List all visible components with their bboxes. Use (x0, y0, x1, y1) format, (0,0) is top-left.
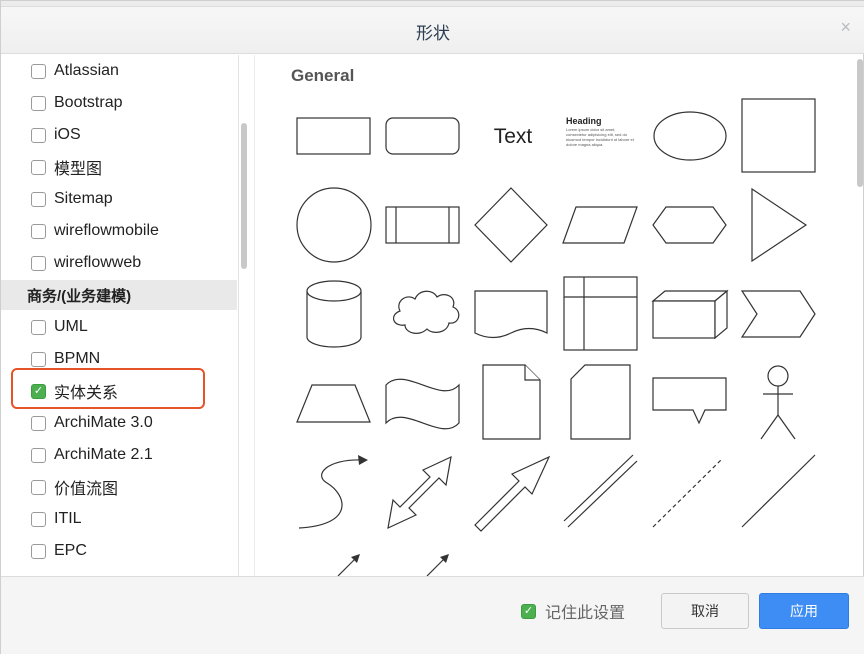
checkbox[interactable] (31, 415, 46, 431)
text-shape[interactable]: Text (494, 125, 533, 148)
circle-shape[interactable] (296, 187, 372, 263)
arrow-shape-partial[interactable] (337, 554, 360, 576)
shape-grid: Text Heading Lorem ipsum dolor sit amet,… (296, 98, 816, 576)
rectangle-shape[interactable] (296, 117, 371, 155)
cloud-shape[interactable] (392, 290, 460, 334)
library-item-label: UML (54, 318, 88, 335)
shape-dialog: 形状 × Atlassian Bootstrap iOS 模型图 Sitemap… (0, 0, 864, 654)
checkbox[interactable] (31, 479, 46, 495)
heading-shape-body-box: Lorem ipsum dolor sit amet, consectetur … (566, 127, 636, 147)
heading-shape-body[interactable]: Lorem ipsum dolor sit amet, consectetur … (566, 127, 636, 147)
checkbox[interactable] (31, 543, 46, 559)
remember-label: 记住此设置 (545, 605, 626, 622)
rounded-rectangle-shape[interactable] (385, 117, 460, 155)
checkbox[interactable] (31, 159, 46, 175)
remember-checkbox[interactable] (521, 603, 536, 619)
selection-highlight-box (11, 368, 205, 409)
step-shape[interactable] (740, 290, 816, 338)
checkbox[interactable] (31, 95, 46, 111)
right-scrollbar[interactable] (857, 59, 863, 187)
ellipse-shape[interactable] (653, 111, 727, 161)
cube-shape[interactable] (651, 289, 729, 340)
left-scrollbar[interactable] (241, 123, 247, 269)
close-icon[interactable]: × (840, 17, 851, 38)
library-item-label: ArchiMate 2.1 (54, 446, 153, 463)
cancel-button[interactable]: 取消 (661, 593, 749, 629)
cylinder-shape[interactable] (306, 280, 362, 348)
dialog-header: 形状 × (1, 7, 864, 54)
trapezoid-shape[interactable] (296, 384, 371, 423)
double-line-shape[interactable] (563, 454, 638, 528)
category-header-business: 商务/(业务建模) (1, 280, 237, 310)
checkbox[interactable] (31, 127, 46, 143)
checkbox[interactable] (31, 191, 46, 207)
hexagon-shape[interactable] (652, 206, 727, 244)
library-item-archimate-2[interactable]: ArchiMate 2.1 (1, 439, 237, 471)
library-item-wireflowweb[interactable]: wireflowweb (1, 247, 237, 279)
shape-library-list: Atlassian Bootstrap iOS 模型图 Sitemap wire… (1, 55, 239, 576)
checkbox[interactable] (31, 63, 46, 79)
library-item-label: Atlassian (54, 62, 119, 79)
dashed-line-shape[interactable] (652, 458, 723, 528)
callout-shape[interactable] (652, 377, 727, 425)
card-shape[interactable] (570, 364, 631, 440)
library-item-atlassian[interactable]: Atlassian (1, 55, 237, 87)
checkbox[interactable] (31, 351, 46, 367)
parallelogram-shape[interactable] (562, 206, 638, 244)
checkbox[interactable] (31, 447, 46, 463)
arrow-shape-partial-2[interactable] (426, 554, 449, 576)
library-item-itil[interactable]: ITIL (1, 503, 237, 535)
library-item-model-diagram[interactable]: 模型图 (1, 151, 237, 183)
heading-shape-title[interactable]: Heading (566, 116, 602, 126)
document-shape[interactable] (474, 290, 548, 339)
library-item-bootstrap[interactable]: Bootstrap (1, 87, 237, 119)
line-shape[interactable] (741, 454, 816, 528)
library-item-label: iOS (54, 126, 81, 143)
single-arrow-shape[interactable] (474, 455, 551, 532)
apply-button[interactable]: 应用 (759, 593, 849, 629)
library-item-label: BPMN (54, 350, 101, 367)
checkbox[interactable] (31, 511, 46, 527)
library-item-uml[interactable]: UML (1, 311, 237, 343)
library-item-label: EPC (54, 542, 87, 559)
dialog-footer: 记住此设置 取消 应用 (1, 576, 864, 654)
library-item-label: Sitemap (54, 190, 113, 207)
diamond-shape[interactable] (474, 187, 548, 263)
library-item-label: Bootstrap (54, 94, 123, 111)
remember-setting[interactable]: 记住此设置 (521, 599, 625, 623)
library-item-label: wireflowweb (54, 254, 142, 271)
tape-shape[interactable] (385, 378, 460, 430)
process-shape[interactable] (385, 206, 460, 244)
library-item-label: ArchiMate 3.0 (54, 414, 153, 431)
actor-shape[interactable] (760, 365, 796, 440)
library-item-label: 价值流图 (54, 481, 119, 498)
shape-preview-panel: General Text Heading Lorem ipsum dolor s… (254, 55, 854, 576)
square-shape[interactable] (741, 98, 816, 173)
library-item-label: ITIL (54, 510, 82, 527)
library-item-ios[interactable]: iOS (1, 119, 237, 151)
library-item-sitemap[interactable]: Sitemap (1, 183, 237, 215)
library-item-label: 模型图 (54, 161, 103, 178)
internal-storage-shape[interactable] (563, 276, 638, 351)
checkbox[interactable] (31, 255, 46, 271)
library-item-archimate-3[interactable]: ArchiMate 3.0 (1, 407, 237, 439)
library-item-epc[interactable]: EPC (1, 535, 237, 567)
checkbox[interactable] (31, 223, 46, 239)
library-item-wireflowmobile[interactable]: wireflowmobile (1, 215, 237, 247)
library-item-value-stream[interactable]: 价值流图 (1, 471, 237, 503)
note-shape[interactable] (482, 364, 541, 440)
checkbox[interactable] (31, 319, 46, 335)
curved-arrow-shape[interactable] (298, 459, 362, 529)
double-arrow-shape[interactable] (387, 455, 452, 530)
dialog-title: 形状 (416, 24, 450, 43)
triangle-shape[interactable] (751, 187, 808, 263)
library-item-label: wireflowmobile (54, 222, 159, 239)
